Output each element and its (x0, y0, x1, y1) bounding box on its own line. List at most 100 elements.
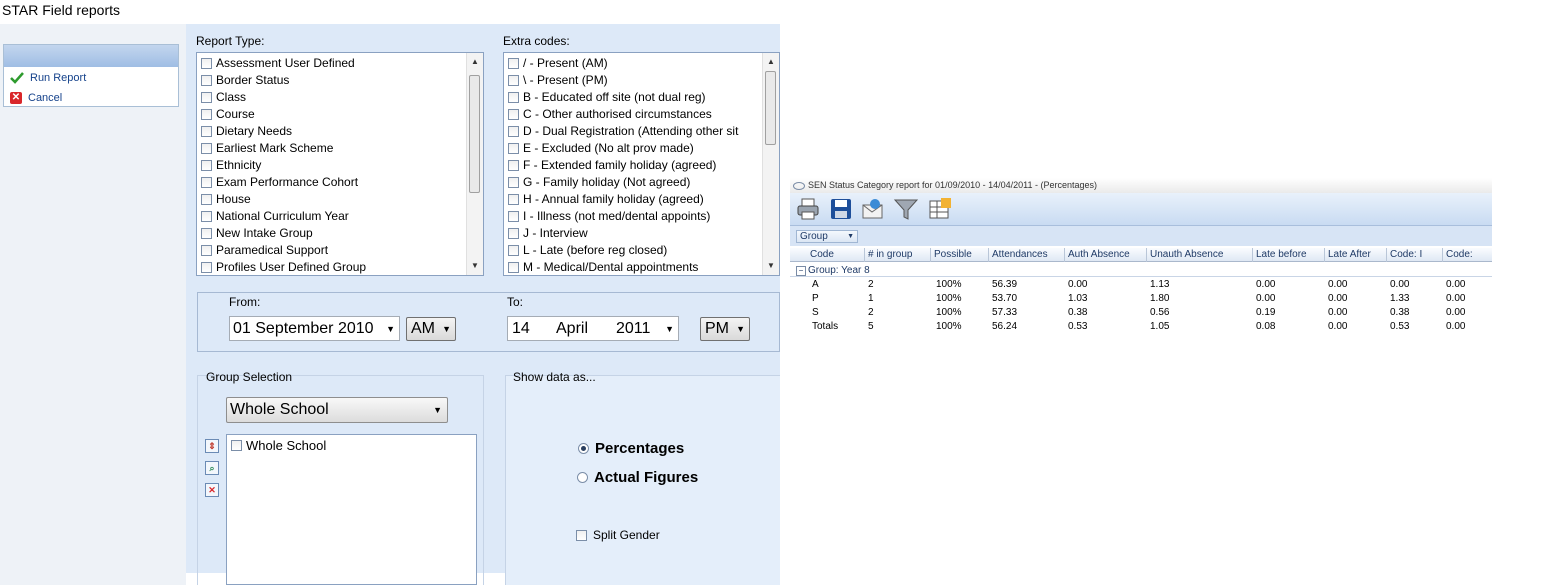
report-type-scrollbar[interactable]: ▲ ▼ (466, 53, 483, 275)
list-item[interactable]: J - Interview (504, 225, 766, 242)
checkbox[interactable] (508, 228, 519, 239)
list-item[interactable]: House (197, 191, 467, 208)
run-report-button[interactable]: Run Report (10, 69, 86, 87)
list-item[interactable]: National Curriculum Year (197, 208, 467, 225)
checkbox[interactable] (201, 228, 212, 239)
report-type-list[interactable]: Assessment User Defined Border Status Clas… (196, 52, 484, 276)
checkbox[interactable] (201, 160, 212, 171)
column-header[interactable]: Possible (930, 248, 988, 262)
checkbox[interactable] (508, 262, 519, 273)
table-row[interactable]: Totals 5 100% 56.24 0.53 1.05 0.08 0.00 0.53 0.00 (790, 320, 1492, 334)
list-item[interactable]: Class (197, 89, 467, 106)
chevron-down-icon[interactable]: ▼ (386, 317, 395, 341)
column-header[interactable]: Code (790, 248, 864, 262)
list-item[interactable]: B - Educated off site (not dual reg) (504, 89, 766, 106)
to-date-picker[interactable]: 14 April 2011 ▼ (507, 316, 679, 341)
delete-icon[interactable]: ✕ (205, 483, 219, 497)
list-item[interactable]: H - Annual family holiday (agreed) (504, 191, 766, 208)
print-icon[interactable] (795, 197, 821, 221)
checkbox[interactable] (201, 75, 212, 86)
column-header[interactable]: Auth Absence (1064, 248, 1146, 262)
scroll-up-icon[interactable]: ▲ (763, 55, 779, 69)
checkbox[interactable] (508, 126, 519, 137)
from-ampm-select[interactable]: AM ▼ (406, 317, 456, 341)
extra-codes-scrollbar[interactable]: ▲ ▼ (762, 53, 779, 275)
radio-percentages[interactable]: Percentages (578, 440, 684, 457)
checkbox[interactable] (201, 143, 212, 154)
table-row[interactable]: S 2 100% 57.33 0.38 0.56 0.19 0.00 0.38 0.00 (790, 306, 1492, 320)
move-icon[interactable]: ⇕ (205, 439, 219, 453)
checkbox[interactable] (201, 92, 212, 103)
checkbox[interactable] (201, 126, 212, 137)
checkbox[interactable] (231, 440, 242, 451)
list-item[interactable]: C - Other authorised circumstances (504, 106, 766, 123)
list-item[interactable]: G - Family holiday (Not agreed) (504, 174, 766, 191)
list-item[interactable]: Course (197, 106, 467, 123)
scroll-up-icon[interactable]: ▲ (467, 55, 483, 69)
checkbox[interactable] (508, 194, 519, 205)
list-item[interactable]: Profiles User Defined Group (197, 259, 467, 275)
filter-icon[interactable] (893, 197, 919, 221)
checkbox[interactable] (201, 245, 212, 256)
group-chip[interactable]: Group ▼ (796, 230, 858, 243)
radio-button[interactable] (577, 472, 588, 483)
report-group-row[interactable]: − Group: Year 8 (790, 264, 1492, 277)
scroll-thumb[interactable] (765, 71, 776, 145)
chevron-down-icon[interactable]: ▼ (665, 317, 674, 341)
list-item[interactable]: Dietary Needs (197, 123, 467, 140)
group-list[interactable]: Whole School (226, 434, 477, 585)
checkbox[interactable] (508, 177, 519, 188)
cancel-button[interactable]: ✕ Cancel (10, 89, 62, 107)
checkbox[interactable] (508, 58, 519, 69)
list-item[interactable]: \ - Present (PM) (504, 72, 766, 89)
email-icon[interactable] (860, 197, 886, 221)
list-item[interactable]: Ethnicity (197, 157, 467, 174)
group-dropdown[interactable]: Whole School ▼ (226, 397, 448, 423)
collapse-icon[interactable]: − (796, 266, 806, 276)
column-header[interactable]: Late before (1252, 248, 1324, 262)
scroll-down-icon[interactable]: ▼ (763, 259, 779, 273)
split-gender-checkbox[interactable]: Split Gender (576, 528, 660, 542)
list-item[interactable]: E - Excluded (No alt prov made) (504, 140, 766, 157)
checkbox[interactable] (508, 75, 519, 86)
list-item[interactable]: L - Late (before reg closed) (504, 242, 766, 259)
scroll-thumb[interactable] (469, 75, 480, 193)
to-ampm-select[interactable]: PM ▼ (700, 317, 750, 341)
list-item[interactable]: Exam Performance Cohort (197, 174, 467, 191)
radio-button[interactable] (578, 443, 589, 454)
list-item[interactable]: Border Status (197, 72, 467, 89)
list-item[interactable]: M - Medical/Dental appointments (504, 259, 766, 275)
table-row[interactable]: P 1 100% 53.70 1.03 1.80 0.00 0.00 1.33 0.00 (790, 292, 1492, 306)
list-item[interactable]: Earliest Mark Scheme (197, 140, 467, 157)
checkbox[interactable] (508, 109, 519, 120)
from-date-picker[interactable]: 01 September 2010 ▼ (229, 316, 400, 341)
checkbox[interactable] (508, 143, 519, 154)
checkbox[interactable] (508, 160, 519, 171)
checkbox[interactable] (508, 92, 519, 103)
table-row[interactable]: A 2 100% 56.39 0.00 1.13 0.00 0.00 0.00 0.00 (790, 278, 1492, 292)
column-header[interactable]: Late After (1324, 248, 1386, 262)
column-header[interactable]: Attendances (988, 248, 1064, 262)
save-icon[interactable] (828, 197, 854, 221)
checkbox[interactable] (508, 245, 519, 256)
checkbox[interactable] (201, 211, 212, 222)
list-item[interactable]: Whole School (227, 437, 326, 454)
checkbox[interactable] (508, 211, 519, 222)
checkbox[interactable] (201, 58, 212, 69)
checkbox[interactable] (576, 529, 587, 541)
column-header[interactable]: Code: (1442, 248, 1492, 262)
column-header[interactable]: Unauth Absence (1146, 248, 1252, 262)
columns-icon[interactable] (927, 197, 953, 221)
checkbox[interactable] (201, 109, 212, 120)
checkbox[interactable] (201, 194, 212, 205)
list-item[interactable]: D - Dual Registration (Attending other s… (504, 123, 766, 140)
list-item[interactable]: F - Extended family holiday (agreed) (504, 157, 766, 174)
list-item[interactable]: I - Illness (not med/dental appoints) (504, 208, 766, 225)
radio-actual-figures[interactable]: Actual Figures (577, 469, 698, 486)
search-group-icon[interactable]: ⌕ (205, 461, 219, 475)
checkbox[interactable] (201, 177, 212, 188)
scroll-down-icon[interactable]: ▼ (467, 259, 483, 273)
list-item[interactable]: Paramedical Support (197, 242, 467, 259)
extra-codes-list[interactable]: / - Present (AM) \ - Present (PM) B - Educ… (503, 52, 780, 276)
column-header[interactable]: # in group (864, 248, 930, 262)
